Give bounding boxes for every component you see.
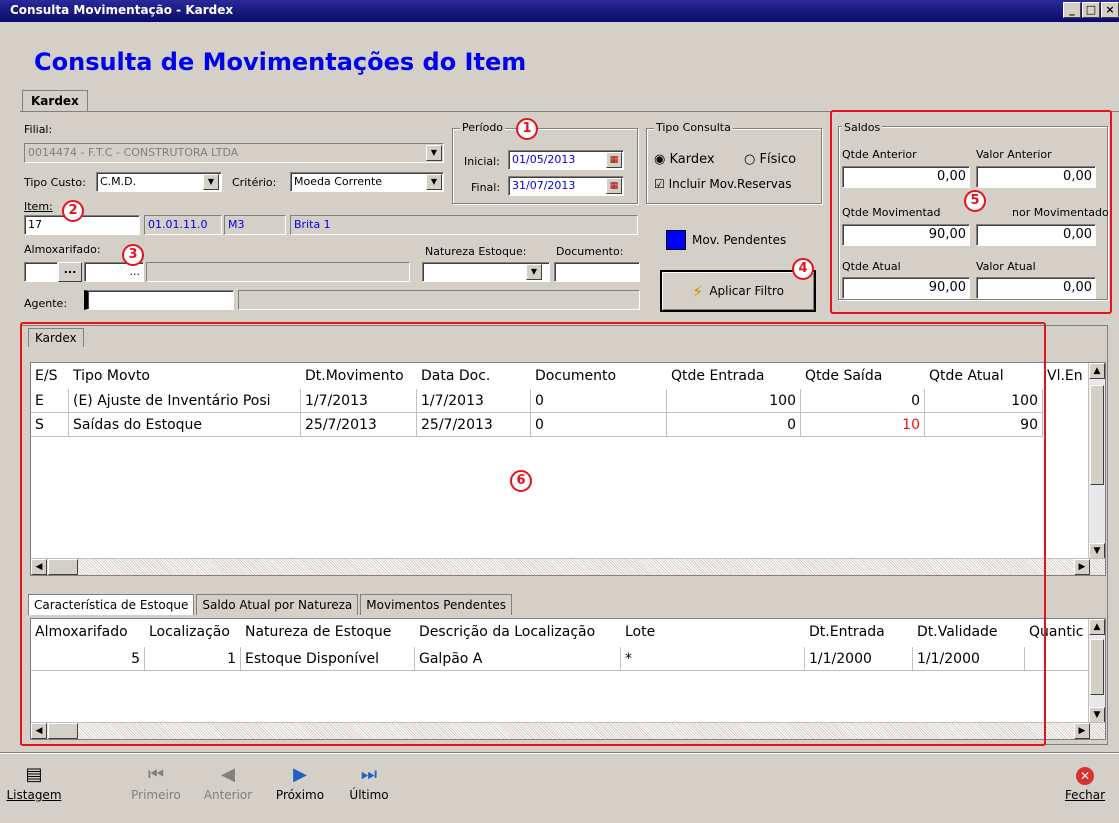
last-record-icon: ⏭ (360, 764, 378, 785)
scroll-thumb[interactable] (1090, 385, 1104, 485)
scroll-down-icon[interactable]: ▼ (1089, 707, 1105, 723)
scroll-up-icon[interactable]: ▲ (1089, 363, 1105, 379)
inicial-label: Inicial: (464, 155, 500, 168)
filial-select[interactable]: 0014474 - F.T.C - CONSTRUTORA LTDA (24, 143, 444, 163)
documento-input[interactable] (554, 262, 640, 282)
kardex-radio-label: Kardex (669, 152, 715, 167)
kardex-vertical-scrollbar[interactable]: ▲ ▼ (1088, 363, 1105, 559)
filial-dropdown-icon[interactable]: ▼ (426, 145, 442, 161)
documento-label: Documento: (556, 245, 624, 258)
next-record-icon: ▶ (293, 764, 307, 785)
scroll-down-icon[interactable]: ▼ (1089, 543, 1105, 559)
listagem-label: Listagem (6, 788, 62, 802)
incluir-reservas-label: Incluir Mov.Reservas (668, 177, 792, 191)
tipo-custo-dropdown-icon[interactable]: ▼ (203, 174, 219, 190)
almoxarifado-input[interactable] (24, 262, 58, 282)
natureza-dropdown-icon[interactable]: ▼ (526, 264, 542, 280)
annotation-marker: 1 (516, 118, 538, 140)
incluir-reservas-checkbox[interactable]: ☑ Incluir Mov.Reservas (654, 177, 791, 191)
item-unit-field: M3 (224, 215, 286, 235)
annotation-box-saldos (830, 110, 1112, 314)
scroll-right-icon[interactable]: ▶ (1074, 723, 1090, 739)
col-header-vl-entrada[interactable]: Vl.En (1043, 363, 1093, 389)
maximize-button[interactable]: □ (1082, 2, 1100, 18)
toolbar-divider (0, 752, 1119, 754)
calendar-final-icon[interactable]: ▦ (606, 178, 622, 194)
almoxarifado-lookup-button[interactable]: ... (58, 262, 82, 282)
final-label: Final: (471, 181, 501, 194)
item-name-field: Brita 1 (290, 215, 638, 235)
annotation-marker: 3 (122, 244, 144, 266)
close-window-button[interactable]: × (1101, 2, 1119, 18)
anterior-label: Anterior (203, 788, 253, 802)
ultimo-label: Último (349, 788, 389, 802)
listagem-button[interactable]: ▤ Listagem (6, 764, 62, 802)
criterio-select[interactable]: Moeda Corrente (290, 172, 444, 192)
aplicar-filtro-button[interactable]: ⚡ Aplicar Filtro (660, 270, 816, 312)
scroll-up-icon[interactable]: ▲ (1089, 619, 1105, 635)
minimize-button[interactable]: _ (1063, 2, 1081, 18)
tipo-consulta-title: Tipo Consulta (654, 121, 733, 134)
filial-label: Filial: (24, 123, 53, 136)
annotation-marker: 6 (510, 470, 532, 492)
agente-desc-field (238, 290, 640, 310)
item-label: Item: (24, 200, 53, 213)
agente-input[interactable] (84, 290, 234, 310)
calendar-inicial-icon[interactable]: ▦ (606, 152, 622, 168)
window-title: Consulta Movimentação - Kardex (10, 3, 234, 17)
lightning-icon: ⚡ (692, 281, 704, 301)
annotation-marker: 5 (964, 190, 986, 212)
fisico-radio-label: Físico (759, 152, 797, 167)
fisico-radio[interactable]: ○ Físico (744, 152, 796, 167)
criterio-dropdown-icon[interactable]: ▼ (426, 174, 442, 190)
proximo-button[interactable]: ▶ Próximo (270, 764, 330, 802)
natureza-label: Natureza Estoque: (425, 245, 527, 258)
annotation-marker: 2 (62, 200, 84, 222)
almoxarifado-label: Almoxarifado: (24, 243, 101, 256)
almoxarifado-desc-field (146, 262, 410, 282)
anterior-button[interactable]: ◀ Anterior (198, 764, 258, 802)
annotation-marker: 4 (792, 258, 814, 280)
periodo-title: Período (460, 121, 506, 134)
fechar-label: Fechar (1064, 788, 1106, 802)
ultimo-button[interactable]: ⏭ Último (342, 764, 396, 802)
first-record-icon: ⏮ (147, 764, 165, 785)
window-titlebar: Consulta Movimentação - Kardex (0, 0, 1119, 22)
fechar-button[interactable]: ✕ Fechar (1060, 764, 1110, 802)
mov-pendentes-color-swatch (666, 230, 686, 250)
item-code-input[interactable]: 17 (24, 215, 140, 235)
primeiro-label: Primeiro (131, 788, 181, 802)
window-controls: _ □ × (1063, 2, 1119, 18)
aplicar-filtro-label: Aplicar Filtro (709, 284, 784, 298)
previous-record-icon: ◀ (221, 764, 235, 785)
scroll-thumb[interactable] (1090, 639, 1104, 695)
tipo-custo-label: Tipo Custo: (24, 176, 86, 189)
page-title: Consulta de Movimentações do Item (34, 48, 527, 76)
agente-label: Agente: (24, 297, 68, 310)
tab-kardex-main[interactable]: Kardex (22, 90, 88, 111)
mov-pendentes-label: Mov. Pendentes (692, 233, 787, 247)
estoque-vertical-scrollbar[interactable]: ▲ ▼ (1088, 619, 1105, 723)
kardex-radio[interactable]: ◉ Kardex (654, 152, 715, 167)
scroll-right-icon[interactable]: ▶ (1074, 559, 1090, 575)
primeiro-button[interactable]: ⏮ Primeiro (128, 764, 184, 802)
close-icon: ✕ (1060, 764, 1110, 788)
criterio-label: Critério: (232, 176, 277, 189)
report-icon: ▤ (25, 764, 43, 785)
annotation-box-grids (20, 322, 1046, 746)
item-class-field: 01.01.11.0 (144, 215, 222, 235)
proximo-label: Próximo (275, 788, 325, 802)
